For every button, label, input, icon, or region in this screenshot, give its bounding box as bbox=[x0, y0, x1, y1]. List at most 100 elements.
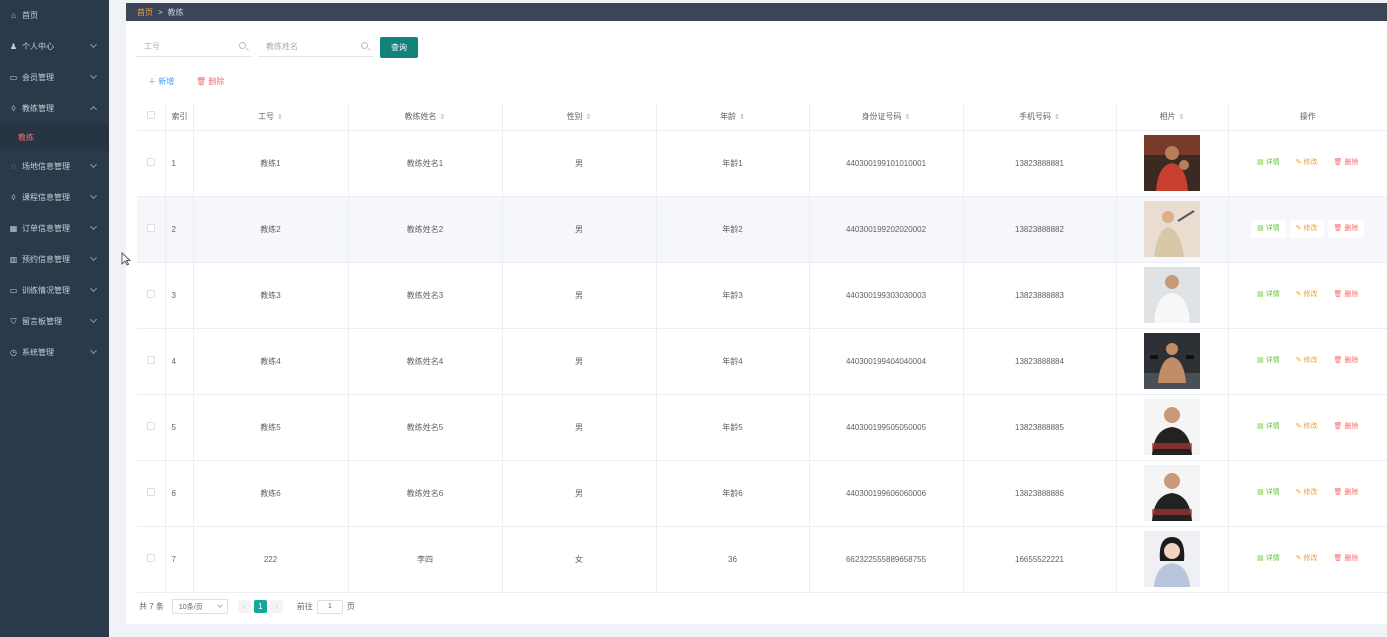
coach-photo[interactable] bbox=[1144, 399, 1200, 455]
coach-name-search[interactable] bbox=[258, 37, 374, 57]
sort-icon[interactable]: ⇕ bbox=[739, 114, 745, 121]
edit-button[interactable]: ✎ 修改 bbox=[1290, 484, 1324, 502]
row-checkbox-cell[interactable] bbox=[137, 526, 166, 593]
cell-id: 教练6 bbox=[193, 460, 349, 527]
sidebar-item-4[interactable]: ◌ 场地信息管理 bbox=[0, 151, 109, 182]
row-checkbox[interactable] bbox=[146, 488, 155, 496]
sidebar-item-10[interactable]: ◷ 系统管理 bbox=[0, 337, 109, 368]
row-checkbox-cell[interactable] bbox=[137, 394, 166, 461]
sort-icon[interactable]: ⇕ bbox=[586, 114, 592, 121]
page-size-select[interactable]: 10条/页 bbox=[171, 599, 228, 614]
cell-age: 年龄3 bbox=[656, 262, 810, 329]
table-row: 1 教练1 教练姓名1 男年龄1 440300199101010001 138238888… bbox=[137, 130, 1387, 197]
detail-button[interactable]: ▤ 详情 bbox=[1251, 484, 1286, 502]
detail-button[interactable]: ▤ 详情 bbox=[1251, 352, 1286, 370]
next-page-button[interactable]: › bbox=[269, 600, 283, 613]
delete-button[interactable]: 🗑 删除 bbox=[1328, 154, 1365, 172]
sidebar-item-label: 场地信息管理 bbox=[22, 162, 70, 171]
detail-button[interactable]: ▤ 详情 bbox=[1251, 418, 1286, 436]
row-checkbox-cell[interactable] bbox=[137, 196, 166, 263]
row-checkbox-cell[interactable] bbox=[137, 130, 166, 197]
breadcrumb-home[interactable]: 首页 bbox=[137, 7, 153, 18]
monitor-icon: ▭ bbox=[9, 286, 18, 295]
row-checkbox[interactable] bbox=[146, 356, 155, 364]
employee-id-input[interactable] bbox=[144, 42, 238, 51]
edit-button[interactable]: ✎ 修改 bbox=[1290, 286, 1324, 304]
goto-page-input[interactable]: 1 bbox=[316, 599, 343, 614]
delete-button[interactable]: 🗑 删除 bbox=[1327, 220, 1365, 238]
chevron-down-icon bbox=[89, 191, 98, 200]
sort-icon[interactable]: ⇕ bbox=[277, 114, 283, 121]
sidebar-item-5[interactable]: ◊ 课程信息管理 bbox=[0, 182, 109, 213]
header-age[interactable]: 年龄 ⇕ bbox=[656, 103, 810, 131]
sort-icon[interactable]: ⇕ bbox=[440, 114, 446, 121]
sidebar-item-3[interactable]: ◊ 教练管理 bbox=[0, 93, 109, 124]
sidebar-item-2[interactable]: ▭ 会员管理 bbox=[0, 62, 109, 93]
header-photo[interactable]: 相片 ⇕ bbox=[1116, 103, 1229, 131]
header-name[interactable]: 教练姓名 ⇕ bbox=[348, 103, 503, 131]
sidebar-subitem-coach[interactable]: 教练 bbox=[0, 124, 109, 151]
sort-icon[interactable]: ⇕ bbox=[905, 114, 911, 121]
batch-delete-button[interactable]: 🗑 删除 bbox=[196, 76, 224, 87]
delete-button[interactable]: 🗑 删除 bbox=[1328, 484, 1365, 502]
detail-button[interactable]: ▤ 详情 bbox=[1251, 220, 1286, 238]
sidebar-item-label: 个人中心 bbox=[22, 42, 54, 51]
coach-photo[interactable] bbox=[1144, 465, 1200, 521]
sidebar: ⌂ 首页 ♟ 个人中心 ▭ 会员管理 ◊ 教练管理 教练 ◌ 场地信息管理 ◊ 课程信息管理 ▦ 订单信息管… bbox=[0, 0, 109, 637]
cell-id: 教练4 bbox=[193, 328, 349, 395]
edit-button[interactable]: ✎ 修改 bbox=[1290, 154, 1324, 172]
chevron-down-icon bbox=[89, 222, 98, 231]
employee-id-search[interactable] bbox=[136, 37, 252, 57]
header-idcard[interactable]: 身份证号码 ⇕ bbox=[809, 103, 964, 131]
select-all-checkbox[interactable] bbox=[146, 111, 155, 120]
edit-button[interactable]: ✎ 修改 bbox=[1290, 352, 1324, 370]
edit-button[interactable]: ✎ 修改 bbox=[1290, 418, 1324, 436]
edit-button[interactable]: ✎ 修改 bbox=[1290, 550, 1324, 568]
coach-photo[interactable] bbox=[1144, 135, 1200, 191]
select-all-checkbox-cell[interactable] bbox=[137, 103, 166, 131]
row-checkbox-cell[interactable] bbox=[137, 460, 166, 527]
row-checkbox-cell[interactable] bbox=[137, 262, 166, 329]
prev-page-button[interactable]: ‹ bbox=[237, 600, 251, 613]
edit-button[interactable]: ✎ 修改 bbox=[1289, 220, 1324, 238]
breadcrumb-separator: > bbox=[158, 7, 163, 17]
row-checkbox[interactable] bbox=[146, 290, 155, 298]
coach-photo[interactable] bbox=[1144, 267, 1200, 323]
delete-button[interactable]: 🗑 删除 bbox=[1328, 286, 1365, 304]
sort-icon[interactable]: ⇕ bbox=[1179, 114, 1185, 121]
detail-button[interactable]: ▤ 详情 bbox=[1251, 286, 1286, 304]
cell-gender: 男 bbox=[502, 328, 657, 395]
coach-name-input[interactable] bbox=[266, 42, 360, 51]
sidebar-item-0[interactable]: ⌂ 首页 bbox=[0, 0, 109, 31]
delete-button[interactable]: 🗑 删除 bbox=[1328, 352, 1365, 370]
header-idcard-label: 身份证号码 bbox=[861, 111, 902, 121]
delete-button[interactable]: 🗑 删除 bbox=[1328, 418, 1365, 436]
header-phone[interactable]: 手机号码 ⇕ bbox=[963, 103, 1117, 131]
sidebar-item-1[interactable]: ♟ 个人中心 bbox=[0, 31, 109, 62]
sidebar-item-8[interactable]: ▭ 训练情况管理 bbox=[0, 275, 109, 306]
cell-photo bbox=[1116, 526, 1229, 593]
coach-photo[interactable] bbox=[1144, 333, 1200, 389]
page-number-current[interactable]: 1 bbox=[253, 600, 267, 613]
sidebar-item-6[interactable]: ▦ 订单信息管理 bbox=[0, 213, 109, 244]
detail-button[interactable]: ▤ 详情 bbox=[1251, 550, 1286, 568]
row-checkbox-cell[interactable] bbox=[137, 328, 166, 395]
add-button[interactable]: ＋ 新增 bbox=[148, 76, 174, 87]
row-checkbox[interactable] bbox=[146, 554, 155, 562]
detail-button[interactable]: ▤ 详情 bbox=[1251, 154, 1286, 172]
circle-chat-icon: ◌ bbox=[11, 162, 16, 171]
row-checkbox[interactable] bbox=[146, 224, 155, 232]
coach-photo[interactable] bbox=[1144, 201, 1200, 257]
header-id[interactable]: 工号 ⇕ bbox=[193, 103, 349, 131]
cell-age: 年龄6 bbox=[656, 460, 810, 527]
row-checkbox[interactable] bbox=[146, 158, 155, 166]
row-checkbox[interactable] bbox=[146, 422, 155, 430]
sidebar-item-9[interactable]: ⛉ 留言板管理 bbox=[0, 306, 109, 337]
sidebar-item-7[interactable]: ▥ 预约信息管理 bbox=[0, 244, 109, 275]
coach-photo[interactable] bbox=[1144, 531, 1200, 587]
delete-button[interactable]: 🗑 删除 bbox=[1328, 550, 1365, 568]
cell-id: 教练1 bbox=[193, 130, 349, 197]
query-button[interactable]: 查询 bbox=[380, 37, 418, 58]
header-gender[interactable]: 性别 ⇕ bbox=[502, 103, 657, 131]
sort-icon[interactable]: ⇕ bbox=[1054, 114, 1060, 121]
